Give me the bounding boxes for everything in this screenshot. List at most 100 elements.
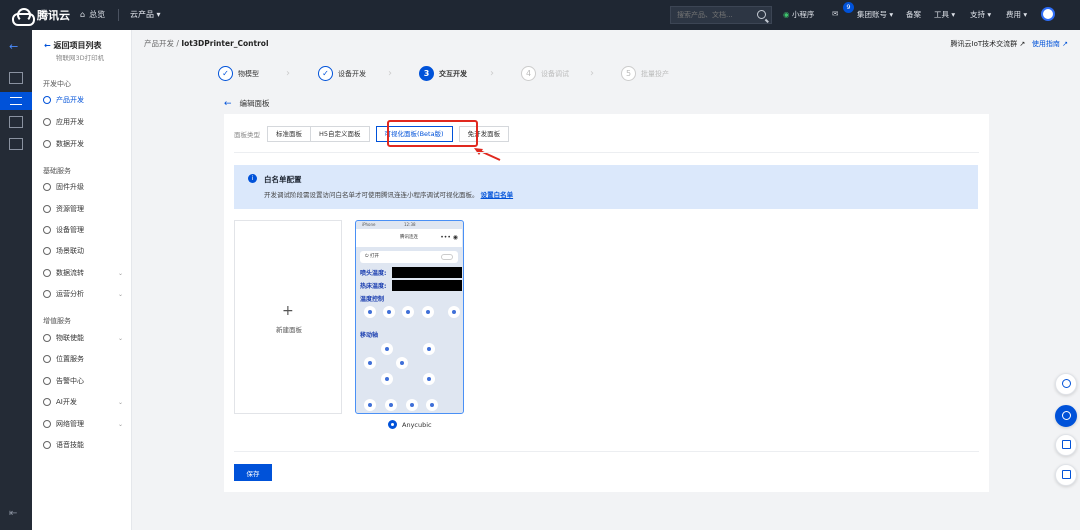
- nav-app-dev[interactable]: 应用开发: [43, 115, 131, 129]
- home-link[interactable]: ⌂ 总览: [80, 9, 105, 20]
- chevron-down-icon: ⌄: [117, 398, 123, 406]
- arrow-left-icon[interactable]: ←: [9, 40, 23, 53]
- user-avatar[interactable]: [1041, 7, 1055, 21]
- step-number: 3: [419, 66, 434, 81]
- collapse-icon[interactable]: ⇤: [9, 508, 23, 520]
- panel-name: Anycubic: [402, 420, 432, 429]
- back-arrow-icon[interactable]: ←: [224, 99, 232, 109]
- tencent-cloud-logo[interactable]: 腾讯云: [12, 7, 70, 26]
- redacted-value: [392, 267, 462, 278]
- edit-panel-header: ← 编辑面板: [224, 98, 270, 109]
- page-title: 编辑面板: [239, 99, 270, 108]
- new-panel-card[interactable]: + 新建面板: [234, 220, 342, 414]
- temp-control-label: 温度控制: [360, 296, 385, 303]
- divider: [234, 451, 979, 452]
- abs-preheat-button: [383, 306, 395, 318]
- nav-voice[interactable]: 语音技能: [43, 438, 131, 452]
- arrow-up-button: [381, 343, 393, 355]
- power-icon: ⏻: [365, 254, 369, 259]
- nav-location[interactable]: 位置服务: [43, 352, 131, 366]
- tools-menu[interactable]: 工具 ▾: [934, 9, 955, 20]
- tools-label: 工具: [934, 10, 949, 19]
- network-icon: [43, 420, 51, 428]
- home-axis-button: [426, 399, 438, 411]
- project-name: 物联网3D打印机: [56, 54, 105, 62]
- notice-text: 开发调试阶段需设置访问白名单才可使用腾讯连连小程序调试可视化面板。: [264, 191, 479, 199]
- tab-standard-panel[interactable]: 标准面板: [267, 126, 311, 142]
- nav-label: 物联使能: [56, 334, 84, 342]
- apps-icon[interactable]: [9, 116, 23, 128]
- nav-devices[interactable]: 设备管理: [43, 223, 131, 237]
- step-1[interactable]: ✓ 物模型: [218, 66, 259, 81]
- group-value-added: 增值服务: [43, 317, 71, 325]
- fees-menu[interactable]: 费用 ▾: [1006, 9, 1027, 20]
- nav-data-dev[interactable]: 数据开发: [43, 137, 131, 151]
- nav-alarm[interactable]: 告警中心: [43, 374, 131, 388]
- account-label: 集团账号: [857, 10, 887, 19]
- nav-iot-enable[interactable]: 物联使能 ⌄: [43, 331, 131, 345]
- step-label: 物模型: [238, 69, 259, 78]
- back-arrow-icon: ←: [44, 41, 51, 50]
- step-number: 5: [621, 66, 636, 81]
- step-label: 交互开发: [439, 69, 467, 78]
- community-link[interactable]: 腾讯云IoT技术交流群: [951, 40, 1018, 48]
- panel-preview-anycubic[interactable]: iPhone 12:38 腾讯连连 ••• ◉ ⏻ 打开 喷头温度: 热床温度:…: [355, 220, 464, 414]
- nav-label: 位置服务: [56, 355, 84, 363]
- chevron-down-icon: ⌄: [117, 290, 123, 298]
- group-dev-center: 开发中心: [43, 80, 71, 88]
- nav-data-flow[interactable]: 数据流转 ⌄: [43, 266, 131, 280]
- support-menu[interactable]: 支持 ▾: [970, 9, 991, 20]
- list-icon-active[interactable]: [0, 92, 32, 110]
- search-icon[interactable]: [757, 10, 766, 19]
- list-icon[interactable]: [1055, 464, 1077, 486]
- breadcrumb-current: Iot3DPrinter_Control: [181, 39, 269, 48]
- nav-analytics[interactable]: 运营分析 ⌄: [43, 287, 131, 301]
- gear-icon: [43, 96, 51, 104]
- project-nav: ← 返回项目列表 物联网3D打印机 开发中心 产品开发 应用开发 数据开发 基础…: [32, 30, 132, 530]
- tab-h5-panel[interactable]: H5自定义面板: [310, 126, 370, 142]
- grid-icon[interactable]: [9, 72, 23, 84]
- guide-link[interactable]: 使用指南: [1032, 40, 1060, 48]
- headset-icon[interactable]: [1055, 405, 1077, 427]
- step-progress: ✓ 物模型 › ✓ 设备开发 › 3 交互开发 › 4 设备调试 › 5 批量投产: [218, 66, 678, 84]
- step-label: 批量投产: [641, 69, 669, 78]
- logo-text: 腾讯云: [37, 9, 70, 22]
- nav-ai-dev[interactable]: AI开发 ⌄: [43, 395, 131, 409]
- filing-link[interactable]: 备案: [906, 9, 921, 20]
- nav-scenes[interactable]: 场景联动: [43, 244, 131, 258]
- step-number: 4: [521, 66, 536, 81]
- step-5[interactable]: 5 批量投产: [621, 66, 669, 81]
- book-icon[interactable]: [1055, 434, 1077, 456]
- account-menu[interactable]: 集团账号 ▾: [857, 9, 893, 20]
- step-4[interactable]: 4 设备调试: [521, 66, 569, 81]
- smile-icon[interactable]: [1055, 373, 1077, 395]
- step-3[interactable]: 3 交互开发: [419, 66, 467, 81]
- phone-status-bar: iPhone 12:38: [356, 221, 462, 229]
- search-box[interactable]: [670, 6, 772, 24]
- save-button[interactable]: 保存: [234, 464, 272, 481]
- step-label: 设备开发: [338, 69, 366, 78]
- panel-select[interactable]: Anycubic: [388, 420, 432, 429]
- step-2[interactable]: ✓ 设备开发: [318, 66, 366, 81]
- nav-resources[interactable]: 资源管理: [43, 202, 131, 216]
- whitelist-link[interactable]: 设置白名单: [481, 191, 514, 199]
- breadcrumb-parent[interactable]: 产品开发: [144, 39, 174, 48]
- radio-selected[interactable]: [388, 420, 397, 429]
- move-axis-label: 移动轴: [360, 332, 379, 339]
- message-icon[interactable]: ✉: [832, 9, 838, 18]
- print-button: [448, 306, 460, 318]
- back-to-projects[interactable]: ← 返回项目列表: [44, 40, 102, 51]
- search-input[interactable]: [677, 11, 757, 19]
- nav-label: 产品开发: [56, 96, 84, 104]
- products-menu[interactable]: 云产品 ▾: [130, 9, 161, 20]
- chevron-down-icon: ⌄: [117, 420, 123, 428]
- nav-firmware[interactable]: 固件升级: [43, 180, 131, 194]
- nav-product-dev[interactable]: 产品开发: [43, 93, 131, 107]
- status-time: 12:38: [404, 222, 416, 227]
- check-icon: ✓: [218, 66, 233, 81]
- device-icon: [43, 226, 51, 234]
- miniprogram-link[interactable]: ◉ 小程序: [783, 9, 814, 20]
- home-axis-button: [385, 399, 397, 411]
- doc-icon[interactable]: [9, 138, 23, 150]
- nav-network[interactable]: 网络管理 ⌄: [43, 417, 131, 431]
